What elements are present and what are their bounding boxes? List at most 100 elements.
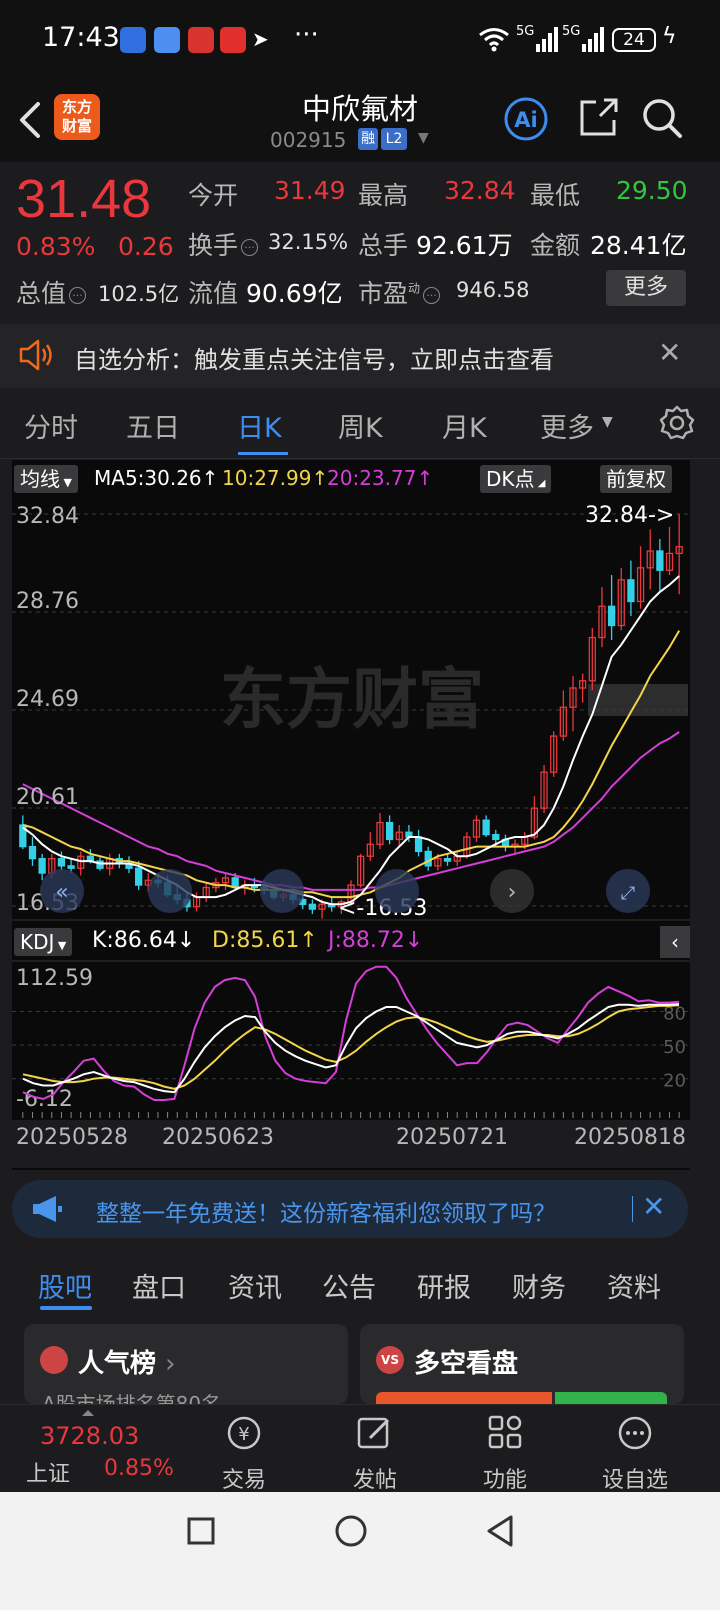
kdj-axis-min: -6.12 [16,1087,73,1112]
tab-guba[interactable]: 股吧 [38,1266,92,1305]
stock-code: 002915 [270,128,347,152]
volume-value: 92.61万 [416,231,513,260]
close-icon[interactable]: ✕ [658,336,681,369]
candle [472,815,481,842]
candle [443,853,452,866]
candle [28,837,37,866]
info-icon[interactable]: ··· [69,286,87,304]
ma5-line [22,575,680,906]
chevron-down-icon[interactable]: ▼ [418,130,429,146]
clock: 17:43 [42,22,120,53]
divider [632,1196,633,1222]
ma20-line [22,731,680,891]
candle [221,873,230,890]
expand-caret-icon[interactable] [82,1410,94,1416]
kdj-axis-label: 20 [663,1071,686,1092]
index-name[interactable]: 上证 [26,1456,70,1488]
candle [414,829,423,857]
zoom-in-button[interactable] [260,869,304,913]
info-icon[interactable]: ··· [241,238,259,256]
more-circle-icon [618,1416,652,1450]
candlestick-chart[interactable]: 东方财富 32.8428.7624.6920.6116.5332.84-><-1… [12,460,690,1170]
kdj-indicator-button[interactable]: KDJ ▼ [14,928,73,956]
candle [665,526,674,576]
candle [501,834,510,852]
bull-bear-title[interactable]: 多空看盘 [414,1343,518,1380]
pe-label: 市盈动 ··· [358,274,443,310]
share-icon[interactable] [578,96,620,138]
tab-finance[interactable]: 财务 [512,1266,566,1305]
tab-research[interactable]: 研报 [417,1266,471,1305]
speaker-icon [19,339,52,371]
nav-add-watchlist[interactable]: 设自选 [590,1414,680,1494]
wifi-icon [479,28,509,52]
market-cap-value: 102.5亿 [98,282,180,306]
tab-profile[interactable]: 资料 [607,1266,661,1305]
candle [675,514,683,595]
candle [656,538,664,592]
more-notifications-icon: ··· [294,20,319,50]
date-label: 20250721 [396,1125,508,1150]
fullscreen-button[interactable]: ⤢ [606,869,650,913]
notice-text[interactable]: 自选分析：触发重点关注信号，立即点击查看 [74,340,554,375]
svg-text:Ai: Ai [514,108,537,132]
tab-weekly-k[interactable]: 周K [338,406,383,445]
tab-intraday[interactable]: 分时 [24,406,78,445]
nav-post[interactable]: 发帖 [330,1414,420,1494]
current-price: 31.48 [16,169,152,229]
caret-down-icon: ▼ [602,414,613,430]
candle [482,815,490,838]
candle [579,673,587,703]
close-icon[interactable]: ✕ [642,1190,665,1223]
max-price-marker: 32.84-> [585,503,674,528]
tab-daily-k[interactable]: 日K [237,406,282,445]
popularity-title[interactable]: 人气榜 › [78,1343,175,1380]
index-value[interactable]: 3728.03 [40,1422,139,1450]
zoom-out-button[interactable] [148,869,192,913]
date-label: 20250818 [574,1125,686,1150]
candle [38,853,46,881]
tab-announcements[interactable]: 公告 [322,1266,376,1305]
tab-pankou[interactable]: 盘口 [132,1266,186,1305]
search-icon[interactable] [640,96,684,140]
tab-monthly-k[interactable]: 月K [442,406,487,445]
edit-icon [357,1417,390,1449]
battery-indicator: 24 [612,28,656,52]
scroll-center-button[interactable] [375,869,419,913]
tab-five-day[interactable]: 五日 [126,406,180,445]
home-icon[interactable] [334,1514,368,1548]
more-quote-button[interactable]: 更多 [606,270,686,306]
megaphone-icon [33,1196,62,1222]
candle [627,560,635,616]
promo-text[interactable]: 整整一年免费送！这份新客福利您领取了吗？ [96,1194,556,1228]
back-icon[interactable] [484,1514,516,1548]
gear-icon[interactable] [658,404,696,442]
collapse-panel-button[interactable]: ‹ [660,926,690,958]
candle [550,731,558,777]
price-axis-label: 28.76 [16,589,79,614]
charging-icon: ϟ [662,24,677,49]
candle [424,846,432,871]
scroll-right-button[interactable]: › [490,869,534,913]
kdj-d-line [22,1004,680,1090]
kdj-axis-max: 112.59 [16,966,93,991]
ai-assistant-icon[interactable]: Ai [503,96,549,142]
svg-text:¥: ¥ [238,1424,249,1445]
info-icon[interactable]: ··· [423,286,441,304]
nav-functions[interactable]: 功能 [460,1414,550,1494]
tab-more[interactable]: 更多 [540,406,594,445]
margin-badge: 融 [358,128,378,150]
scroll-left-button[interactable]: « [40,869,84,913]
candle [607,575,616,640]
index-change[interactable]: 0.85% [104,1456,174,1481]
high-label: 最高 [358,181,409,210]
level2-badge: L2 [381,128,407,150]
back-arrow-icon[interactable] [16,100,44,140]
telegram-icon: ➤ [252,27,269,51]
tab-news[interactable]: 资讯 [228,1266,282,1305]
recent-apps-icon[interactable] [186,1516,216,1546]
nav-trade[interactable]: ¥ 交易 [199,1414,289,1494]
grid-icon [488,1415,522,1449]
app-notification-icon [120,27,146,53]
volume-label: 总手 [358,231,409,260]
